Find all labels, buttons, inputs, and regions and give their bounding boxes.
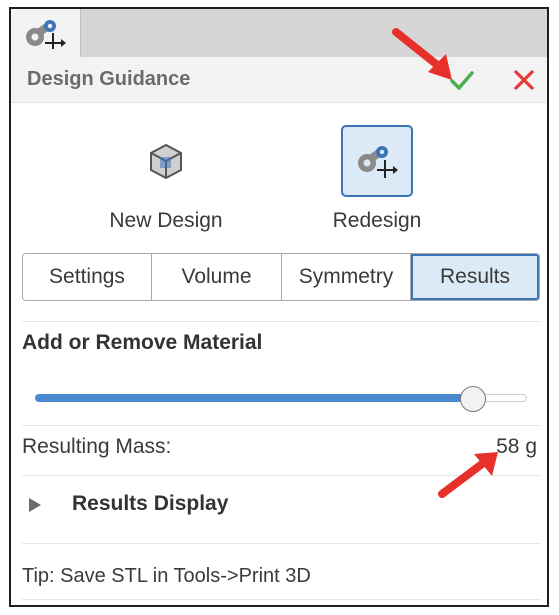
- divider: [22, 475, 540, 476]
- redesign-label: Redesign: [332, 209, 422, 232]
- redesign-option[interactable]: Redesign: [317, 125, 437, 233]
- results-display-toggle[interactable]: Results Display: [22, 485, 540, 525]
- tab-symmetry[interactable]: Symmetry: [282, 254, 411, 300]
- material-slider[interactable]: [35, 383, 527, 413]
- redesign-icon: [23, 17, 67, 56]
- ok-button[interactable]: [447, 65, 477, 95]
- material-heading: Add or Remove Material: [22, 331, 263, 354]
- checkmark-icon: [450, 71, 474, 90]
- tab-results[interactable]: Results: [411, 254, 539, 300]
- slider-fill: [35, 394, 473, 402]
- panel-tab-strip: [11, 9, 547, 57]
- panel-header: Design Guidance: [11, 57, 547, 103]
- tab-bar: Settings Volume Symmetry Results: [22, 253, 540, 301]
- panel-content: New Design Redesign Settings Volume Symm…: [11, 103, 547, 605]
- new-design-tile: [130, 125, 202, 197]
- divider: [22, 425, 540, 426]
- resulting-mass-value: 58 g: [496, 435, 537, 458]
- redesign-tile: [341, 125, 413, 197]
- new-design-option[interactable]: New Design: [106, 125, 226, 233]
- close-button[interactable]: [509, 65, 539, 95]
- divider: [22, 599, 540, 600]
- results-display-label: Results Display: [72, 492, 229, 515]
- tip-text: Tip: Save STL in Tools->Print 3D: [22, 565, 311, 587]
- slider-thumb[interactable]: [459, 386, 486, 412]
- new-design-cube-icon: [150, 143, 182, 180]
- close-icon: [514, 70, 534, 90]
- tab-settings[interactable]: Settings: [23, 254, 152, 300]
- tab-volume[interactable]: Volume: [152, 254, 282, 300]
- design-guidance-panel: Design Guidance New Design Redesign Sett…: [9, 7, 549, 607]
- divider: [22, 321, 540, 322]
- divider: [22, 543, 540, 544]
- design-guidance-tab[interactable]: [11, 9, 81, 57]
- panel-title: Design Guidance: [27, 68, 191, 90]
- new-design-label: New Design: [109, 209, 223, 232]
- expand-triangle-icon: [28, 497, 42, 518]
- redesign-icon: [358, 146, 398, 178]
- resulting-mass-label: Resulting Mass:: [22, 435, 172, 458]
